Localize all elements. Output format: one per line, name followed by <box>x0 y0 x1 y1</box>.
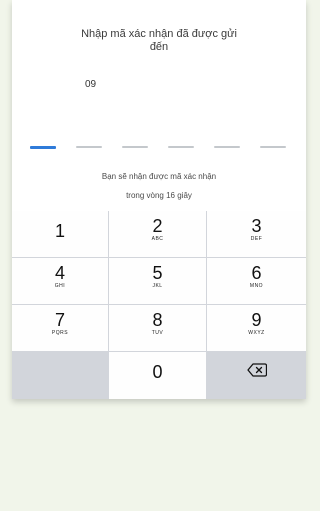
key-8[interactable]: 8 TUV <box>109 305 206 351</box>
key-9[interactable]: 9 WXYZ <box>207 305 306 351</box>
code-input[interactable] <box>30 146 286 149</box>
code-slot-2[interactable] <box>76 146 102 148</box>
key-5[interactable]: 5 JKL <box>109 258 206 304</box>
key-digit: 8 <box>152 310 163 330</box>
verification-screen: Nhập mã xác nhận đã được gửi đến 09 Bạn … <box>12 0 306 399</box>
key-digit: 2 <box>152 216 163 236</box>
prompt-line-2: đến <box>149 41 169 53</box>
key-letters: WXYZ <box>248 330 265 336</box>
key-2[interactable]: 2 ABC <box>109 211 206 257</box>
hint-line-1: Bạn sẽ nhận được mã xác nhận <box>101 172 217 181</box>
key-digit: 5 <box>152 263 163 283</box>
key-blank <box>12 352 108 399</box>
phone-number: 09 <box>85 79 97 90</box>
key-3[interactable]: 3 DEF <box>207 211 306 257</box>
key-1[interactable]: 1 <box>12 211 108 257</box>
prompt-line-1: Nhập mã xác nhận đã được gửi <box>81 28 237 40</box>
key-letters: JKL <box>152 283 163 289</box>
backspace-icon <box>246 363 267 377</box>
key-letters: PQRS <box>51 330 69 336</box>
key-letters: MNO <box>249 283 264 289</box>
key-digit: 9 <box>251 310 262 330</box>
key-digit: 6 <box>251 263 262 283</box>
code-slot-6[interactable] <box>260 146 286 148</box>
code-slot-1[interactable] <box>30 146 56 149</box>
code-slot-5[interactable] <box>214 146 240 148</box>
key-digit: 1 <box>54 221 65 241</box>
key-letters: TUV <box>151 330 164 336</box>
verification-prompt: Nhập mã xác nhận đã được gửi đến <box>12 28 306 54</box>
code-slot-3[interactable] <box>122 146 148 148</box>
code-slot-4[interactable] <box>168 146 194 148</box>
delete-key[interactable] <box>207 352 306 399</box>
key-0[interactable]: 0 <box>109 352 206 399</box>
key-letters: DEF <box>250 236 263 242</box>
key-4[interactable]: 4 GHI <box>12 258 108 304</box>
key-letters: GHI <box>54 283 66 289</box>
key-6[interactable]: 6 MNO <box>207 258 306 304</box>
key-letters: ABC <box>151 236 164 242</box>
key-digit: 3 <box>251 216 262 236</box>
key-digit: 4 <box>54 263 65 283</box>
key-7[interactable]: 7 PQRS <box>12 305 108 351</box>
numeric-keypad: 1 2 ABC 3 DEF 4 GHI 5 JKL 6 MNO 7 PQRS 8 <box>12 211 306 399</box>
key-digit: 7 <box>54 310 65 330</box>
resend-hint: Bạn sẽ nhận được mã xác nhận trong vòng … <box>12 167 306 205</box>
hint-line-2: trong vòng 16 giây <box>126 191 192 200</box>
key-digit: 0 <box>152 362 163 382</box>
